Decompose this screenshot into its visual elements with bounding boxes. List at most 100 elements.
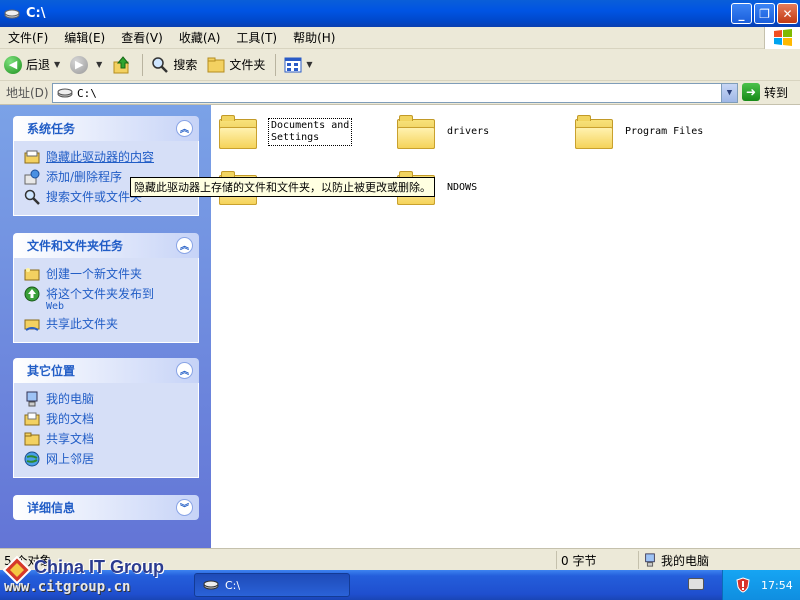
menu-file[interactable]: 文件(F) [0,29,56,46]
hide-contents-icon [24,149,40,165]
details-title: 详细信息 [27,501,76,515]
menu-tools[interactable]: 工具(T) [228,29,285,46]
maximize-button[interactable]: ❐ [754,3,775,24]
share-folder-icon [24,316,40,332]
collapse-icon[interactable]: ︽ [176,120,193,137]
file-tasks-title: 文件和文件夹任务 [27,239,124,253]
status-object-count: 5 个对象 [4,553,52,568]
toolbar: ◀ 后退 ▼ ▶ ▼ 搜索 文件夹 ▼ [0,49,800,81]
task-publish-folder[interactable]: 将这个文件夹发布到 Web [24,286,190,312]
collapse-icon[interactable]: ︽ [176,362,193,379]
collapse-icon[interactable]: ︽ [176,237,193,254]
other-places-header[interactable]: 其它位置 ︽ [13,358,199,383]
search-label: 搜索 [173,58,198,72]
place-label: 我的电脑 [46,392,95,406]
folder-icon [219,115,257,149]
my-documents-icon [24,411,40,427]
folder-name: NDOWS [447,182,478,193]
file-list-view: Documents and Settings drivers Program F… [211,105,800,548]
address-label: 地址(D) [6,86,49,100]
place-my-documents[interactable]: 我的文档 [24,411,190,427]
other-places-title: 其它位置 [27,364,76,378]
go-label: 转到 [764,85,789,100]
status-location-label: 我的电脑 [661,553,710,568]
folder-name: drivers [447,126,490,137]
task-label: 创建一个新文件夹 [46,267,143,281]
forward-dropdown-icon[interactable]: ▼ [96,60,102,69]
keyboard-icon[interactable] [688,578,704,590]
search-button[interactable]: 搜索 [147,52,201,78]
task-label: 添加/删除程序 [46,170,123,184]
system-tray: 17:54 [722,570,800,600]
minimize-button[interactable]: _ [731,3,752,24]
back-arrow-icon: ◀ [4,55,22,74]
back-dropdown-icon[interactable]: ▼ [54,60,60,69]
task-label: 隐藏此驱动器的内容 [46,150,155,164]
clock[interactable]: 17:54 [761,579,793,592]
folder-icon [575,115,613,149]
back-label: 后退 [26,58,51,72]
status-size: 0 字节 [556,551,638,569]
drive-icon [4,9,20,18]
status-bar: 5 个对象 0 字节 我的电脑 [0,548,800,570]
task-pane: 系统任务 ︽ 隐藏此驱动器的内容 添加/删除程序 搜索文件或文件夹 文件和文件夹… [0,105,211,548]
title-bar[interactable]: C:\ _ ❐ ✕ [0,0,800,27]
up-folder-icon [113,55,130,73]
place-shared-documents[interactable]: 共享文档 [24,431,190,447]
network-places-icon [24,451,40,467]
folder-item[interactable]: Program Files [575,115,703,149]
folder-icon [397,115,435,149]
shared-documents-icon [24,431,40,447]
details-panel: 详细信息 ︾ [13,495,199,520]
folder-name: Program Files [625,126,704,137]
file-tasks-panel: 文件和文件夹任务 ︽ 创建一个新文件夹 将这个文件夹发布到 Web 共享此文件夹 [13,233,199,343]
task-hide-drive-contents[interactable]: 隐藏此驱动器的内容 [24,149,190,165]
folder-icon [207,57,225,72]
other-places-panel: 其它位置 ︽ 我的电脑 我的文档 共享文档 网上邻居 [13,358,199,478]
views-button[interactable]: ▼ [280,52,316,78]
taskbar-window-button[interactable]: C:\ [194,573,350,597]
place-network-places[interactable]: 网上邻居 [24,451,190,467]
task-label-sub: Web [46,301,65,312]
folder-item[interactable]: drivers [397,115,489,149]
add-remove-programs-icon [24,169,40,185]
menu-favorites[interactable]: 收藏(A) [171,29,229,46]
close-button[interactable]: ✕ [777,3,798,24]
folder-item[interactable]: Documents and Settings [219,115,353,149]
file-tasks-body: 创建一个新文件夹 将这个文件夹发布到 Web 共享此文件夹 [13,258,199,343]
task-new-folder[interactable]: 创建一个新文件夹 [24,266,190,282]
search-icon [24,189,40,205]
expand-icon[interactable]: ︾ [176,499,193,516]
folders-button[interactable]: 文件夹 [203,52,269,78]
task-share-folder[interactable]: 共享此文件夹 [24,316,190,332]
menu-view[interactable]: 查看(V) [113,29,171,46]
toolbar-separator [275,53,277,76]
views-icon [284,57,302,72]
system-tasks-title: 系统任务 [27,122,76,136]
taskbar-window-label: C:\ [225,578,241,592]
back-button[interactable]: ◀ 后退 ▼ [0,52,64,78]
forward-button[interactable]: ▶ ▼ [66,52,106,78]
other-places-body: 我的电脑 我的文档 共享文档 网上邻居 [13,383,199,478]
search-icon [152,56,169,73]
address-value: C:\ [77,86,97,100]
up-folder-button[interactable] [108,52,136,78]
new-folder-icon [24,266,40,282]
task-label: 将这个文件夹发布到 [46,287,155,301]
forward-arrow-icon: ▶ [70,55,89,74]
taskbar: C:\ 17:54 [0,570,800,600]
tooltip: 隐藏此驱动器上存储的文件和文件夹，以防止被更改或删除。 [130,177,435,197]
details-header[interactable]: 详细信息 ︾ [13,495,199,520]
place-label: 共享文档 [46,432,95,446]
place-my-computer[interactable]: 我的电脑 [24,391,190,407]
menu-edit[interactable]: 编辑(E) [56,29,113,46]
address-input[interactable]: C:\ ▼ [52,83,738,103]
security-shield-icon[interactable] [735,577,751,593]
go-arrow-icon: ➜ [742,83,760,101]
menu-help[interactable]: 帮助(H) [285,29,343,46]
toolbar-separator [142,53,144,76]
system-tasks-header[interactable]: 系统任务 ︽ [13,116,199,141]
go-button[interactable]: ➜ 转到 [742,83,788,101]
address-dropdown-icon[interactable]: ▼ [721,84,737,102]
file-tasks-header[interactable]: 文件和文件夹任务 ︽ [13,233,199,258]
